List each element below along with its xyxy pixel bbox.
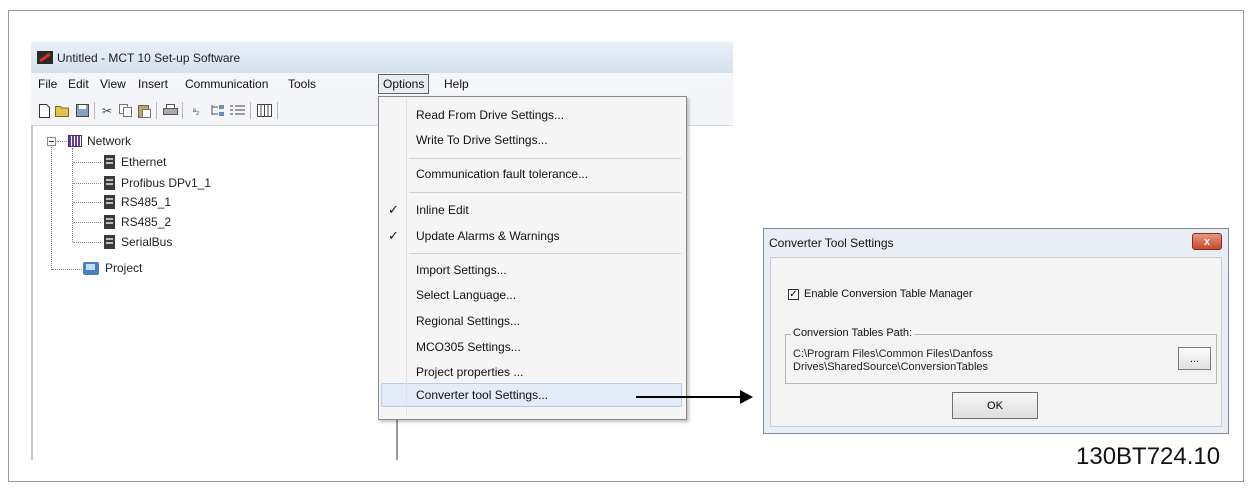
- menu-item-update-alarms[interactable]: Update Alarms & Warnings: [416, 229, 560, 243]
- menu-help[interactable]: Help: [444, 77, 469, 91]
- group-label: Conversion Tables Path:: [791, 327, 915, 339]
- toolbar-separator: [94, 102, 95, 119]
- menu-item-write-to-drive[interactable]: Write To Drive Settings...: [416, 133, 548, 147]
- project-icon: [83, 261, 99, 275]
- enable-conversion-label[interactable]: Enable Conversion Table Manager: [804, 288, 973, 300]
- toolbar-separator: [182, 102, 183, 119]
- drive-icon: [104, 195, 115, 209]
- drive-icon: [104, 176, 115, 190]
- menu-communication[interactable]: Communication: [185, 77, 268, 91]
- drive-icon: [104, 235, 115, 249]
- tree-item-rs485-1[interactable]: RS485_1: [104, 195, 171, 209]
- figure-id: 130BT724.10: [1076, 443, 1221, 470]
- menu-item-regional-settings[interactable]: Regional Settings...: [416, 314, 520, 328]
- menu-options[interactable]: Options: [378, 74, 430, 94]
- menu-item-inline-edit[interactable]: Inline Edit: [416, 203, 469, 217]
- menu-bar: File Edit View Insert Communication Tool…: [31, 73, 733, 95]
- sort-icon[interactable]: ᵃ₂: [188, 103, 204, 118]
- copy-icon[interactable]: [118, 103, 132, 118]
- network-icon: [68, 135, 82, 147]
- toolbar-separator: [277, 102, 278, 119]
- pane-border: [31, 125, 33, 460]
- toolbar-separator: [156, 102, 157, 119]
- window-title: Untitled - MCT 10 Set-up Software: [57, 51, 241, 65]
- tree-item-profibus[interactable]: Profibus DPv1_1: [104, 176, 211, 190]
- menu-item-read-from-drive[interactable]: Read From Drive Settings...: [416, 108, 564, 122]
- print-icon[interactable]: [162, 103, 178, 118]
- menu-separator: [409, 158, 681, 159]
- toolbar-separator: [250, 102, 251, 119]
- tree-item-project[interactable]: Project: [83, 261, 142, 275]
- close-button[interactable]: x: [1192, 233, 1222, 250]
- cut-icon[interactable]: ✂: [100, 103, 114, 118]
- drive-icon: [104, 215, 115, 229]
- list-icon[interactable]: [229, 103, 245, 118]
- options-menu: Read From Drive Settings... Write To Dri…: [378, 96, 687, 420]
- columns-icon[interactable]: [256, 103, 272, 118]
- save-icon[interactable]: [75, 103, 89, 118]
- converter-tool-settings-dialog: Converter Tool Settings x ✓ Enable Conve…: [763, 228, 1229, 434]
- new-file-icon[interactable]: [37, 103, 51, 118]
- dialog-title: Converter Tool Settings: [769, 236, 894, 250]
- path-line-2: Drives\SharedSource\ConversionTables: [793, 361, 989, 373]
- arrow-line: [636, 396, 744, 398]
- path-line-1: C:\Program Files\Common Files\Danfoss: [793, 348, 993, 360]
- menu-separator: [409, 253, 681, 254]
- menu-file[interactable]: File: [38, 77, 57, 91]
- menu-item-import-settings[interactable]: Import Settings...: [416, 263, 507, 277]
- menu-item-select-language[interactable]: Select Language...: [416, 288, 516, 302]
- enable-conversion-checkbox[interactable]: ✓: [788, 289, 799, 300]
- menu-item-mco305-settings[interactable]: MCO305 Settings...: [416, 340, 521, 354]
- menu-item-converter-tool-settings[interactable]: Converter tool Settings...: [416, 388, 548, 402]
- menu-item-fault-tolerance[interactable]: Communication fault tolerance...: [416, 167, 588, 181]
- menu-view[interactable]: View: [100, 77, 126, 91]
- tree-item-serialbus[interactable]: SerialBus: [104, 235, 172, 249]
- collapse-toggle[interactable]: [47, 137, 56, 146]
- arrow-head-icon: [740, 390, 753, 404]
- drive-icon: [104, 155, 115, 169]
- open-folder-icon[interactable]: [55, 103, 71, 118]
- menu-tools[interactable]: Tools: [288, 77, 316, 91]
- menu-separator: [409, 192, 681, 193]
- menu-edit[interactable]: Edit: [68, 77, 89, 91]
- app-logo-icon: [37, 51, 53, 64]
- menu-item-project-properties[interactable]: Project properties ...: [416, 365, 523, 379]
- title-bar: Untitled - MCT 10 Set-up Software: [31, 42, 733, 74]
- check-icon: ✓: [388, 202, 399, 217]
- tree-item-network[interactable]: Network: [68, 134, 131, 148]
- paste-icon[interactable]: [137, 103, 151, 118]
- menu-insert[interactable]: Insert: [138, 77, 168, 91]
- dialog-body: ✓ Enable Conversion Table Manager Conver…: [770, 257, 1222, 427]
- conversion-path-value: C:\Program Files\Common Files\Danfoss Dr…: [793, 348, 993, 374]
- ok-button[interactable]: OK: [952, 392, 1038, 419]
- tree-icon[interactable]: [209, 103, 225, 118]
- tree-item-ethernet[interactable]: Ethernet: [104, 155, 166, 169]
- browse-button[interactable]: ...: [1178, 347, 1211, 370]
- tree-item-rs485-2[interactable]: RS485_2: [104, 215, 171, 229]
- check-icon: ✓: [388, 228, 399, 243]
